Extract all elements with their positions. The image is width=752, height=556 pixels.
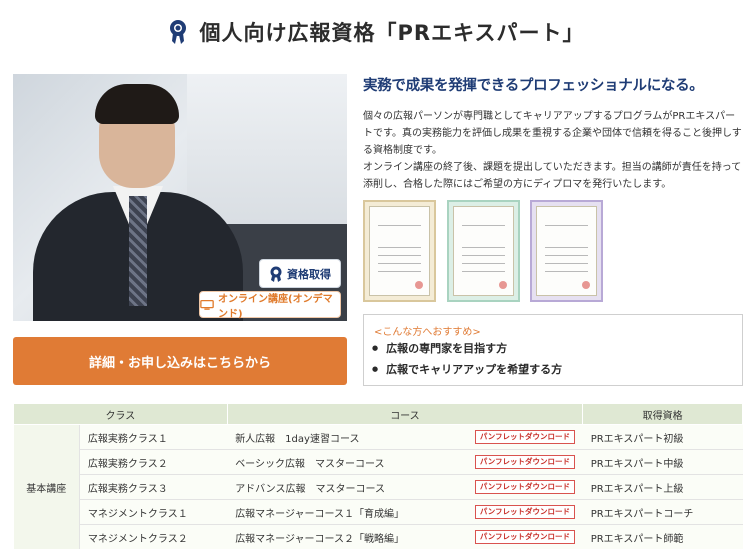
intro-paragraph-2: オンライン講座の終了後、課題を提出していただきます。担当の講師が責任を持って添削… <box>363 162 742 190</box>
class-cell: 広報実務クラス３ <box>79 474 228 500</box>
recommendation-box: <こんな方へおすすめ> 広報の専門家を目指す方 広報でキャリアアップを希望する方 <box>363 314 743 386</box>
course-cell: 広報マネージャーコース１「育成編」 <box>227 499 459 525</box>
course-cell: 広報マネージャーコース２「戦略編」 <box>227 524 459 549</box>
qualification-cell: PRエキスパート上級 <box>582 474 743 500</box>
medal-icon <box>270 266 282 282</box>
certificate-samples <box>363 200 613 304</box>
class-cell: 広報実務クラス１ <box>79 424 228 450</box>
qualification-cell: PRエキスパート師範 <box>582 524 743 549</box>
course-table: クラス コース 取得資格 基本講座 広報実務クラス１ 新人広報 1day速習コー… <box>13 403 743 549</box>
intro-headline: 実務で成果を発揮できるプロフェッショナルになる。 <box>363 78 704 94</box>
online-course-badge-label: オンライン講座(オンデマンド) <box>218 293 333 320</box>
monitor-icon <box>200 299 214 310</box>
recommendation-item: 広報の専門家を目指す方 <box>372 339 562 360</box>
pamphlet-download-button[interactable]: パンフレットダウンロード <box>474 480 576 494</box>
online-course-badge: オンライン講座(オンデマンド) <box>199 291 341 320</box>
course-cell: アドバンス広報 マスターコース <box>227 474 459 500</box>
pamphlet-download-button[interactable]: パンフレットダウンロード <box>474 530 576 544</box>
download-cell: パンフレットダウンロード <box>458 424 583 450</box>
table-header-row: クラス コース 取得資格 <box>13 403 743 425</box>
download-cell: パンフレットダウンロード <box>458 474 583 500</box>
course-cell: ベーシック広報 マスターコース <box>227 449 459 475</box>
pamphlet-download-button[interactable]: パンフレットダウンロード <box>474 455 576 469</box>
page-header: 個人向け広報資格「PRエキスパート」 <box>0 14 752 50</box>
download-cell: パンフレットダウンロード <box>458 499 583 525</box>
class-cell: マネジメントクラス１ <box>79 499 228 525</box>
class-cell: 広報実務クラス２ <box>79 449 228 475</box>
certification-badge-label: 資格取得 <box>287 267 331 281</box>
table-row: 広報実務クラス３ アドバンス広報 マスターコース パンフレットダウンロード PR… <box>14 474 743 500</box>
download-cell: パンフレットダウンロード <box>458 524 583 549</box>
certificate-image-intermediate <box>447 200 520 302</box>
certificate-image-beginner <box>363 200 436 302</box>
class-cell: マネジメントクラス２ <box>79 524 228 549</box>
page-title: 個人向け広報資格「PRエキスパート」 <box>199 21 585 45</box>
certification-badge: 資格取得 <box>259 259 341 288</box>
qualification-cell: PRエキスパートコーチ <box>582 499 743 525</box>
table-row: マネジメントクラス１ 広報マネージャーコース１「育成編」 パンフレットダウンロー… <box>14 499 743 525</box>
column-header-course: コース <box>226 403 584 425</box>
pamphlet-download-button[interactable]: パンフレットダウンロード <box>474 505 576 519</box>
column-header-qualification: 取得資格 <box>582 403 743 425</box>
certificate-image-advanced <box>530 200 603 302</box>
table-row: 広報実務クラス２ ベーシック広報 マスターコース パンフレットダウンロード PR… <box>14 449 743 475</box>
recommendation-item: 広報でキャリアアップを希望する方 <box>372 360 562 381</box>
category-cell: 基本講座 <box>13 424 80 549</box>
download-cell: パンフレットダウンロード <box>458 449 583 475</box>
qualification-cell: PRエキスパート中級 <box>582 449 743 475</box>
course-cell: 新人広報 1day速習コース <box>227 424 459 450</box>
column-header-class: クラス <box>13 403 228 425</box>
apply-details-button[interactable]: 詳細・お申し込みはこちらから <box>13 337 347 385</box>
pamphlet-download-button[interactable]: パンフレットダウンロード <box>474 430 576 444</box>
recommendation-title: <こんな方へおすすめ> <box>374 327 481 338</box>
intro-description: 個々の広報パーソンが専門職としてキャリアアップするプログラムがPRエキスパートで… <box>363 108 745 193</box>
recommendation-list: 広報の専門家を目指す方 広報でキャリアアップを希望する方 <box>372 339 562 381</box>
table-row: 基本講座 広報実務クラス１ 新人広報 1day速習コース パンフレットダウンロー… <box>13 424 743 549</box>
table-row: マネジメントクラス２ 広報マネージャーコース２「戦略編」 パンフレットダウンロー… <box>14 524 743 549</box>
intro-paragraph-1: 個々の広報パーソンが専門職としてキャリアアップするプログラムがPRエキスパートで… <box>363 111 742 156</box>
qualification-cell: PRエキスパート初級 <box>582 424 743 450</box>
medal-icon <box>169 20 186 44</box>
